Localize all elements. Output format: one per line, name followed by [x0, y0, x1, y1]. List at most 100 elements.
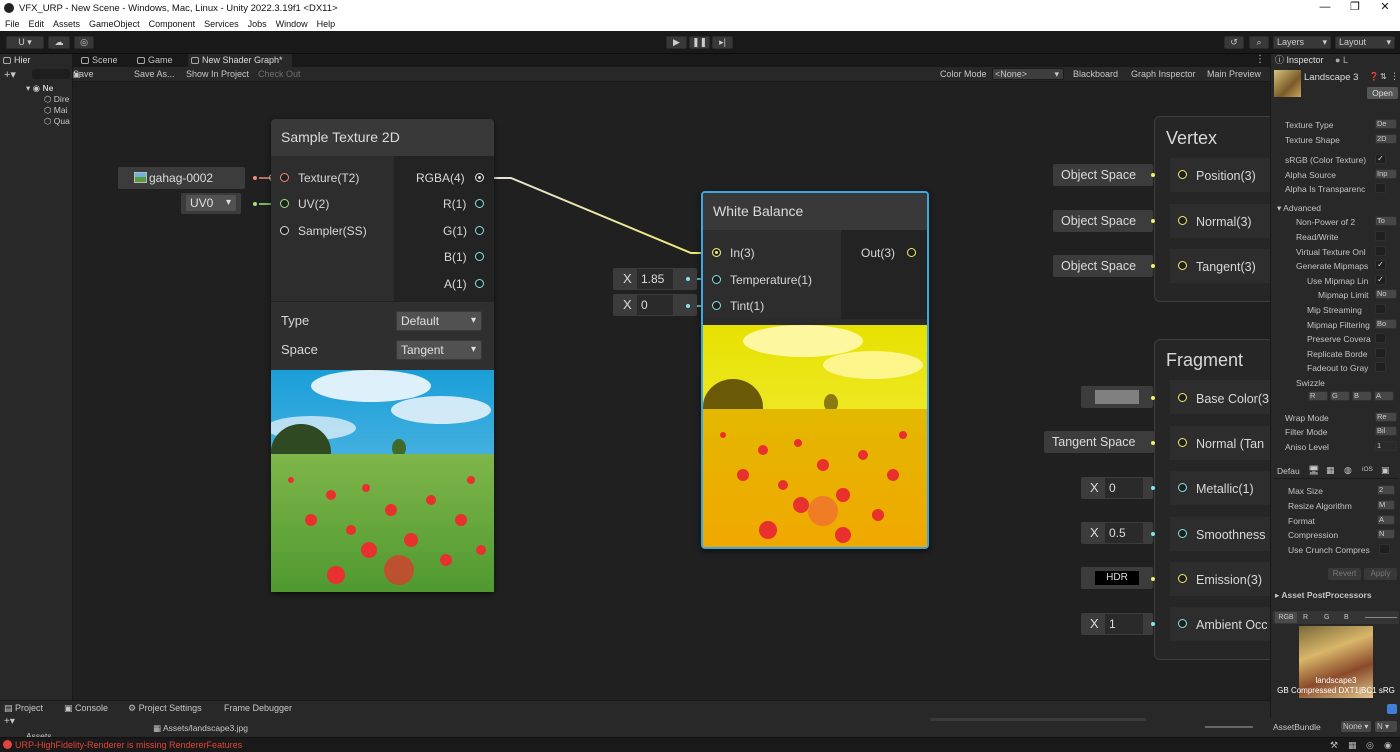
save-as-button[interactable]: Save As...	[134, 67, 175, 82]
sampler-port[interactable]	[280, 226, 289, 235]
metallic-port[interactable]	[1178, 483, 1187, 492]
cache-icon[interactable]: ◎	[1366, 738, 1374, 752]
color-swatch[interactable]	[1095, 390, 1139, 404]
graph-inspector-button[interactable]: Graph Inspector	[1131, 67, 1196, 82]
hierarchy-scene[interactable]: ▾ ◉ Ne	[26, 83, 53, 94]
add-icon[interactable]: +▾	[4, 716, 15, 727]
debug-icon[interactable]: ⚒	[1330, 738, 1338, 752]
tab-console[interactable]: ▣ Console	[64, 701, 108, 715]
metallic-field[interactable]: X 0	[1081, 477, 1153, 499]
open-button[interactable]: Open	[1367, 87, 1398, 99]
restore-button[interactable]: ❐	[1340, 0, 1370, 16]
monitor-icon[interactable]: 🖥	[1308, 465, 1319, 476]
hdr-color-swatch[interactable]: HDR	[1095, 571, 1139, 585]
ambient-value[interactable]: 1	[1105, 614, 1143, 634]
add-icon[interactable]: +▾	[4, 68, 16, 81]
mip-streaming-checkbox[interactable]	[1375, 304, 1386, 314]
uv-input-field[interactable]: UV0	[181, 193, 241, 214]
help-icon[interactable]: ❓	[1369, 72, 1379, 81]
progress-icon[interactable]: ▦	[1348, 738, 1357, 752]
tint-input-field[interactable]: X 0	[613, 294, 697, 316]
resize-algorithm-dropdown[interactable]: M	[1377, 500, 1395, 510]
crunch-compression-checkbox[interactable]	[1379, 544, 1390, 554]
show-in-project-button[interactable]: Show In Project	[186, 67, 249, 82]
hierarchy-item[interactable]: ⬡ Qua	[44, 116, 70, 127]
fadeout-gray-checkbox[interactable]	[1375, 362, 1386, 372]
hierarchy-item[interactable]: ⬡ Dire	[44, 94, 69, 105]
menu-file[interactable]: File	[5, 19, 20, 29]
asset-label-icon[interactable]	[1387, 704, 1397, 714]
channel-r-button[interactable]: R	[1303, 612, 1308, 623]
channel-g-button[interactable]: G	[1324, 612, 1329, 623]
menu-services[interactable]: Services	[204, 19, 239, 29]
smoothness-port[interactable]	[1178, 529, 1187, 538]
tab-hierarchy[interactable]: Hier	[0, 54, 72, 67]
emission-field[interactable]: HDR	[1081, 567, 1153, 589]
hierarchy-search-input[interactable]	[32, 69, 70, 79]
more-icon[interactable]: ⋮	[1390, 71, 1399, 82]
read-write-checkbox[interactable]	[1375, 231, 1386, 241]
minimize-button[interactable]: —	[1310, 0, 1340, 16]
smoothness-field[interactable]: X 0.5	[1081, 522, 1153, 544]
history-icon[interactable]: ↺	[1224, 36, 1244, 49]
texture-shape-dropdown[interactable]: 2D	[1375, 134, 1397, 144]
tab-shader-graph[interactable]: New Shader Graph*	[188, 54, 292, 67]
temperature-port[interactable]	[712, 275, 721, 284]
project-search-input[interactable]	[930, 718, 1146, 721]
notifications-icon[interactable]: ◉	[1384, 738, 1392, 752]
normal-frag-port[interactable]	[1178, 438, 1187, 447]
grid-icon[interactable]: ▦	[1326, 465, 1335, 476]
menu-help[interactable]: Help	[317, 19, 336, 29]
temperature-input-field[interactable]: X 1.85	[613, 268, 697, 290]
tint-port[interactable]	[712, 301, 721, 310]
in-port[interactable]	[712, 248, 721, 257]
g-port[interactable]	[475, 226, 484, 235]
preserve-coverage-checkbox[interactable]	[1375, 333, 1386, 343]
alpha-source-dropdown[interactable]: Inp	[1375, 169, 1397, 179]
android-icon[interactable]: ◍	[1344, 465, 1352, 476]
metallic-value[interactable]: 0	[1105, 478, 1143, 498]
emission-port[interactable]	[1178, 574, 1187, 583]
channel-b-button[interactable]: B	[1344, 612, 1349, 623]
asset-bundle-dropdown[interactable]: None ▾	[1341, 721, 1371, 732]
menu-assets[interactable]: Assets	[53, 19, 80, 29]
virtual-texture-checkbox[interactable]	[1375, 246, 1386, 256]
search-icon[interactable]: ⌕	[1249, 36, 1269, 49]
alpha-transparency-checkbox[interactable]	[1375, 183, 1386, 193]
menu-edit[interactable]: Edit	[29, 19, 45, 29]
tab-menu-icon[interactable]: ⋮	[1255, 54, 1265, 65]
uv-port[interactable]	[280, 199, 289, 208]
base-color-port[interactable]	[1178, 393, 1187, 402]
r-port[interactable]	[475, 199, 484, 208]
sample-texture-2d-node[interactable]: Sample Texture 2D Texture(T2) UV(2) Samp…	[271, 119, 494, 592]
menu-gameobject[interactable]: GameObject	[89, 19, 140, 29]
ambient-port[interactable]	[1178, 619, 1187, 628]
texture-port[interactable]	[280, 173, 289, 182]
shader-graph-canvas[interactable]: gahag-0002 ⊙ UV0 Sample Texture 2D Textu…	[73, 82, 1270, 700]
tangent-port[interactable]	[1178, 261, 1187, 270]
srgb-checkbox[interactable]: ✓	[1375, 154, 1386, 164]
white-balance-node[interactable]: White Balance In(3) Temperature(1) Tint(…	[701, 191, 929, 549]
tab-project[interactable]: ▤ Project	[0, 701, 52, 715]
ambient-occlusion-field[interactable]: X 1	[1081, 613, 1153, 635]
mipmap-limit-dropdown[interactable]: No	[1375, 289, 1397, 299]
layout-dropdown[interactable]: Layout ▾	[1335, 36, 1395, 49]
swizzle-g-dropdown[interactable]: G	[1330, 391, 1350, 401]
base-color-field[interactable]	[1081, 386, 1153, 408]
layers-dropdown[interactable]: Layers ▾	[1273, 36, 1331, 49]
main-preview-button[interactable]: Main Preview	[1207, 67, 1261, 82]
tab-frame-debugger[interactable]: Frame Debugger	[224, 701, 292, 715]
menu-component[interactable]: Component	[149, 19, 196, 29]
texture-input-field[interactable]: gahag-0002 ⊙	[118, 167, 277, 189]
wrap-mode-dropdown[interactable]: Re	[1375, 412, 1397, 422]
ios-icon[interactable]: iOS	[1362, 466, 1373, 473]
tab-lighting[interactable]: ● L	[1335, 54, 1348, 67]
non-power-of-2-dropdown[interactable]: To	[1375, 216, 1397, 226]
format-dropdown[interactable]: A	[1377, 515, 1395, 525]
tab-inspector[interactable]: ⓘ Inspector	[1271, 54, 1331, 67]
position-port[interactable]	[1178, 170, 1187, 179]
close-button[interactable]: ✕	[1370, 0, 1400, 16]
asset-bundle-variant-dropdown[interactable]: N ▾	[1375, 721, 1397, 732]
texture-type-dropdown[interactable]: De	[1375, 119, 1397, 129]
tab-game[interactable]: Game	[134, 54, 186, 67]
